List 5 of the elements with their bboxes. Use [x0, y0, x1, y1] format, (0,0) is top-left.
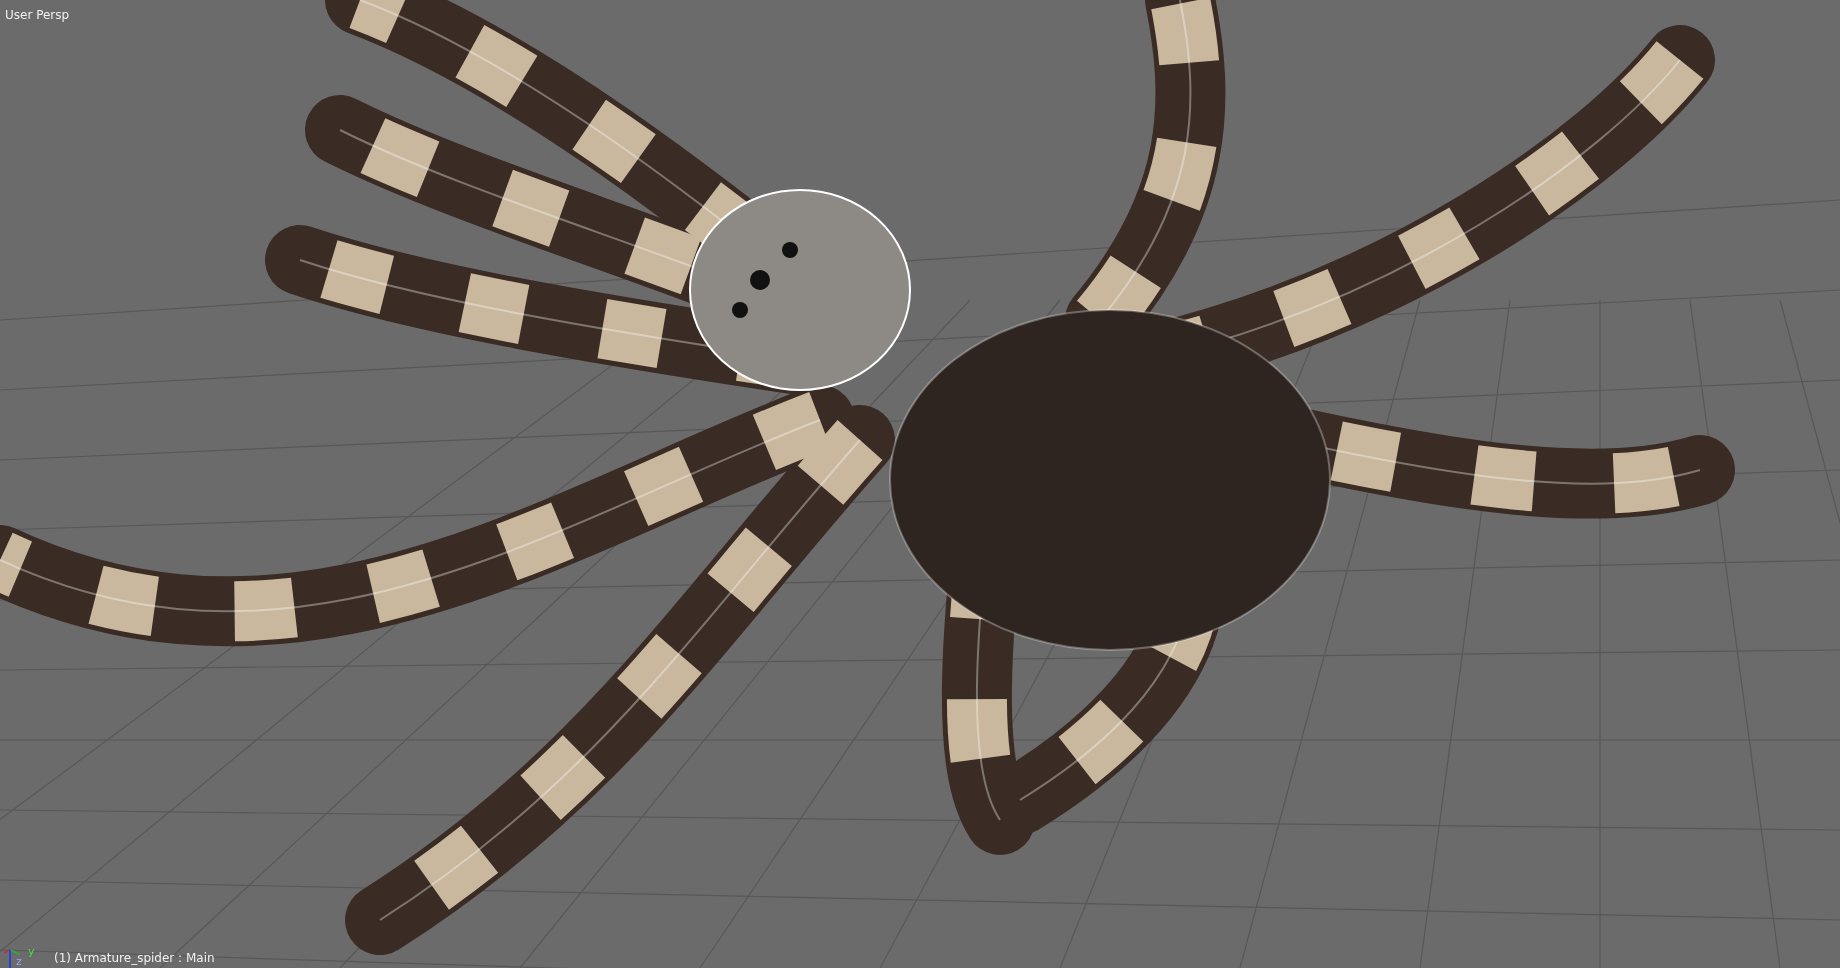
axis-label: z [16, 956, 22, 967]
3d-viewport[interactable]: User Persp y z (1) Armature_spider : Main [0, 0, 1840, 968]
axis-label: y [28, 946, 35, 957]
object-info-label: (1) Armature_spider : Main [54, 951, 215, 965]
view-label: User Persp [5, 8, 70, 22]
